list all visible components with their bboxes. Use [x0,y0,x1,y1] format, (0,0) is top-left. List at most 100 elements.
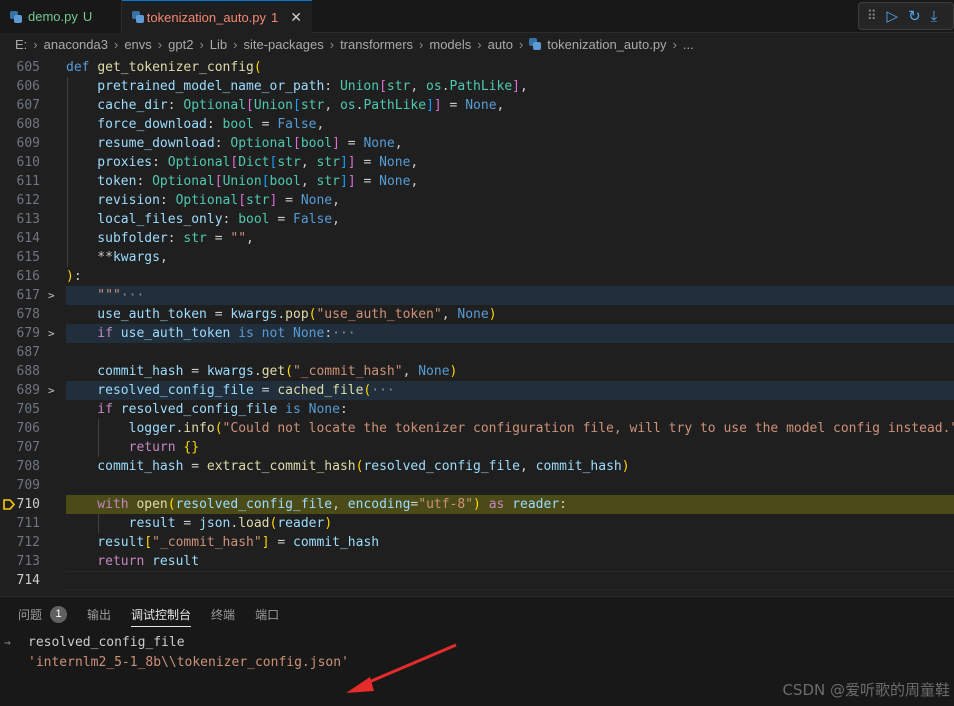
code-line[interactable]: 610 proxies: Optional[Dict[str, str]] = … [0,153,954,172]
code-token: = [253,117,278,132]
step-into-icon[interactable]: ⤓ [931,8,938,25]
code-line[interactable]: 713 return result [0,552,954,571]
breadcrumb-item[interactable]: envs [124,37,151,52]
close-icon[interactable]: ✕ [290,9,302,26]
code-line[interactable]: 615 **kwargs, [0,248,954,267]
code-line[interactable]: 611 token: Optional[Union[bool, str]] = … [0,172,954,191]
code-token: resolved_config_file [120,402,278,417]
code-line[interactable]: 612 revision: Optional[str] = None, [0,191,954,210]
chevron-right-icon[interactable]: > [48,324,55,343]
code-line[interactable]: 708 commit_hash = extract_commit_hash(re… [0,457,954,476]
code-line[interactable]: 605 def get_tokenizer_config( [0,58,954,77]
tab-tokenization-auto-py[interactable]: tokenization_auto.py 1 ✕ [122,0,312,33]
code-line[interactable]: 712 result["_commit_hash"] = commit_hash [0,533,954,552]
tab-demo-py[interactable]: demo.py U [0,0,122,33]
code-line[interactable]: 710 with open(resolved_config_file, enco… [0,495,954,514]
code-line[interactable]: 609 resume_download: Optional[bool] = No… [0,134,954,153]
continue-icon[interactable]: ▷ [887,7,899,25]
code-token: : [152,155,168,170]
line-number: 679 [16,326,40,341]
code-token: Union [222,174,262,189]
code-token: , [332,193,340,208]
breadcrumb-item[interactable]: tokenization_auto.py [547,37,666,52]
chevron-right-icon[interactable]: > [48,286,55,305]
breadcrumb-item[interactable]: models [429,37,471,52]
code-token: pop [285,307,309,322]
code-token: = [277,193,301,208]
code-token: load [238,516,270,531]
breadcrumb-item[interactable]: gpt2 [168,37,193,52]
code-token: commit_hash [66,459,184,474]
code-line[interactable]: 689 > resolved_config_file = cached_file(… [0,381,954,400]
drag-grip-icon[interactable]: ⠿ [867,8,877,24]
code-token: : [167,231,184,246]
panel-tabs: 问题 1 输出 调试控制台 终端 端口 [0,597,279,631]
code-text: logger.info("Could not locate the tokeni… [66,419,954,438]
code-token: , [300,174,317,189]
code-line[interactable]: 688 commit_hash = kwargs.get("_commit_ha… [0,362,954,381]
breadcrumb-item[interactable]: Lib [210,37,227,52]
code-text: proxies: Optional[Dict[str, str]] = None… [66,153,418,172]
code-token: . [441,79,450,94]
breadcrumb-item[interactable]: anaconda3 [44,37,108,52]
code-line[interactable]: 607 cache_dir: Optional[Union[str, os.Pa… [0,96,954,115]
code-token: as [480,497,513,512]
code-line[interactable]: 616): [0,267,954,286]
breadcrumb-item[interactable]: ... [683,37,694,52]
code-token: , [410,155,419,170]
code-line[interactable]: 705 if resolved_config_file is None: [0,400,954,419]
code-token: : [206,117,223,132]
code-token: [ [246,98,254,113]
code-token: str [300,98,325,113]
line-number: 678 [16,307,40,322]
code-editor[interactable]: 605 def get_tokenizer_config(606 pretrain… [0,58,954,593]
code-line[interactable]: 614 subfolder: str = "", [0,229,954,248]
panel-tab-label: 输出 [87,607,112,622]
line-number: 713 [16,554,40,569]
code-token: None [293,326,325,341]
panel-tab[interactable]: 端口 [255,597,279,631]
code-line[interactable]: 706 logger.info("Could not locate the to… [0,419,954,438]
panel-tab[interactable]: 输出 [87,597,111,631]
code-line[interactable]: 617 > """··· [0,286,954,305]
code-line[interactable]: 606 pretrained_model_name_or_path: Union… [0,77,954,96]
code-line[interactable]: 709 [0,476,954,495]
step-over-icon[interactable]: ↻ [908,7,921,25]
line-number: 610 [16,155,40,170]
breadcrumb-item[interactable]: E: [15,37,27,52]
breadcrumb-item[interactable]: transformers [340,37,413,52]
code-line[interactable]: 613 local_files_only: bool = False, [0,210,954,229]
line-number: 613 [16,212,40,227]
code-line[interactable]: 679 > if use_auth_token is not None:··· [0,324,954,343]
breadcrumb-item[interactable]: site-packages [244,37,324,52]
code-token: = [175,516,200,531]
code-token: , [159,250,168,265]
code-token: with [66,497,137,512]
code-line[interactable]: 711 result = json.load(reader) [0,514,954,533]
code-text: result["_commit_hash"] = commit_hash [66,533,379,552]
code-line[interactable]: 687 [0,343,954,362]
code-token: ··· [120,288,145,303]
debug-toolbar: ⠿ ▷ ↻ ⤓ [858,2,954,30]
code-token: kwargs [112,250,160,265]
code-token: = [183,364,207,379]
code-token: ··· [332,326,356,341]
chevron-right-icon: › [672,36,677,52]
panel-tab[interactable]: 问题 1 [18,597,68,631]
code-token: Optional [230,136,293,151]
chevron-right-icon[interactable]: > [48,381,55,400]
code-line[interactable]: 678 use_auth_token = kwargs.pop("use_aut… [0,305,954,324]
code-token: result [66,516,176,531]
code-line[interactable]: 608 force_download: bool = False, [0,115,954,134]
code-line[interactable]: 707 return {} [0,438,954,457]
panel-tab[interactable]: 终端 [211,597,235,631]
panel-tab[interactable]: 调试控制台 [131,597,192,631]
code-line[interactable]: 714 [0,571,954,590]
code-token: ] [332,136,340,151]
line-highlight [66,286,954,305]
python-file-icon [10,10,22,23]
code-token: Union [253,98,293,113]
code-token: os [339,98,356,113]
line-number: 687 [16,345,40,360]
breadcrumb-item[interactable]: auto [488,37,513,52]
